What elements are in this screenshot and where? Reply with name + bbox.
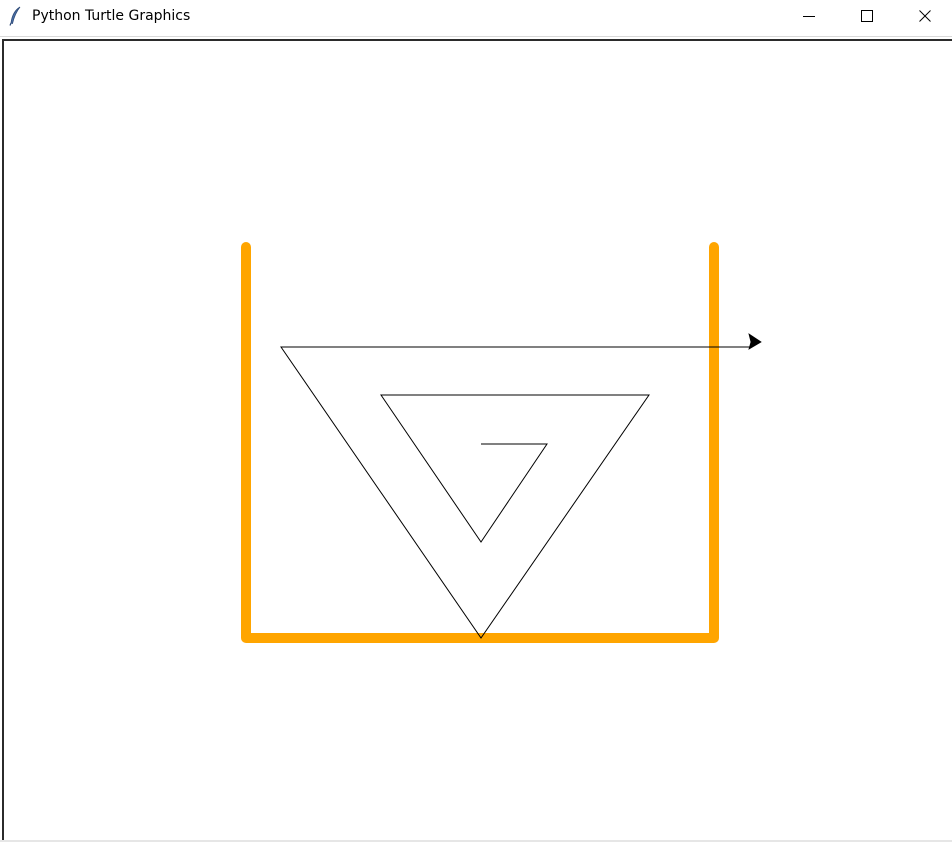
triangle-spiral xyxy=(280,346,750,639)
turtle-arrow-icon xyxy=(748,333,762,350)
orange-cup xyxy=(241,242,719,643)
turtle-drawing xyxy=(241,242,762,643)
turtle-window: Python Turtle Graphics xyxy=(0,0,952,842)
